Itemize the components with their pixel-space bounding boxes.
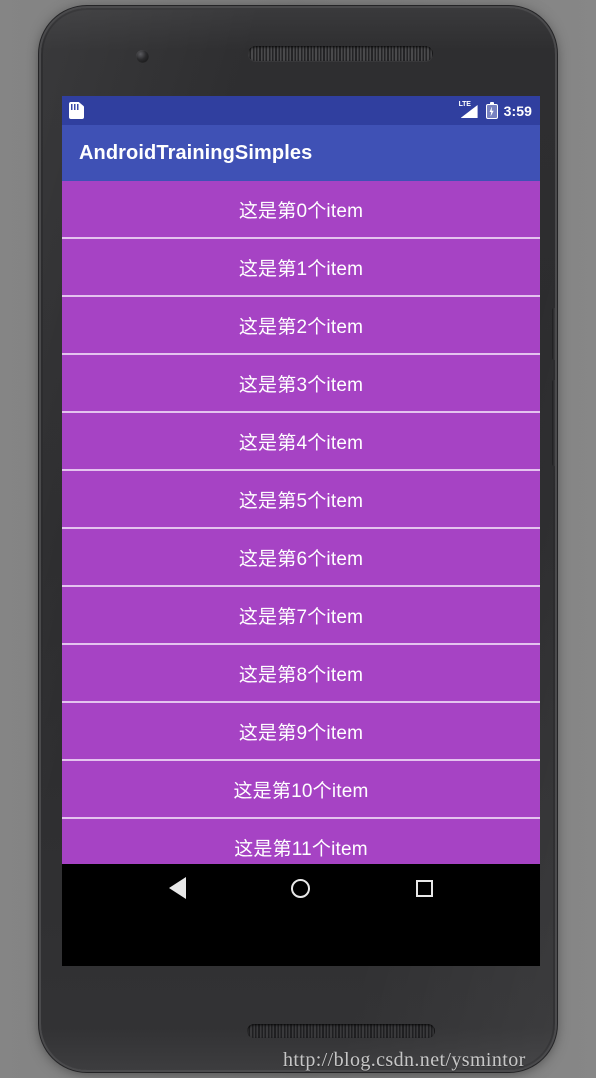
list-item[interactable]: 这是第4个item	[62, 413, 540, 471]
status-bar-left-icons	[69, 102, 84, 119]
list-item-label: 这是第4个item	[238, 432, 364, 454]
phone-screen: LTE 3:59 AndroidTrainingSimples 这是第0个ite…	[62, 96, 540, 966]
sd-card-icon	[69, 102, 84, 119]
list-item[interactable]: 这是第3个item	[62, 355, 540, 413]
circle-icon	[291, 878, 311, 898]
lte-label: LTE	[458, 101, 471, 108]
list-item[interactable]: 这是第0个item	[62, 181, 540, 239]
list-item-label: 这是第2个item	[238, 316, 364, 338]
list-item[interactable]: 这是第10个item	[62, 761, 540, 819]
list-item-label: 这是第3个item	[238, 374, 364, 396]
square-icon	[415, 879, 433, 897]
list-item-label: 这是第9个item	[238, 722, 364, 744]
status-bar: LTE 3:59	[62, 96, 540, 125]
signal-icon: LTE	[458, 101, 480, 119]
list-item[interactable]: 这是第6个item	[62, 529, 540, 587]
recents-button[interactable]	[402, 866, 446, 910]
list-item-label: 这是第10个item	[233, 780, 369, 802]
list-item[interactable]: 这是第5个item	[62, 471, 540, 529]
battery-charging-icon	[485, 102, 498, 119]
list-item[interactable]: 这是第8个item	[62, 645, 540, 703]
status-bar-clock: 3:59	[503, 102, 532, 119]
list-item[interactable]: 这是第7个item	[62, 587, 540, 645]
list-item[interactable]: 这是第2个item	[62, 297, 540, 355]
status-bar-right-icons: LTE 3:59	[458, 101, 532, 119]
app-title: AndroidTrainingSimples	[79, 141, 313, 164]
list-item-label: 这是第5个item	[238, 490, 364, 512]
list-item-label: 这是第0个item	[238, 200, 364, 222]
list-item[interactable]: 这是第1个item	[62, 239, 540, 297]
bottom-speaker-grille	[247, 1024, 435, 1038]
watermark: http://blog.csdn.net/ysmintor	[283, 1049, 526, 1071]
triangle-left-icon	[169, 877, 187, 899]
phone-device: LTE 3:59 AndroidTrainingSimples 这是第0个ite…	[41, 8, 555, 1070]
list-item-label: 这是第11个item	[234, 838, 368, 860]
list-item-label: 这是第7个item	[238, 606, 364, 628]
list-item[interactable]: 这是第11个item	[62, 819, 540, 864]
front-camera-icon	[136, 50, 149, 63]
navigation-bar	[62, 864, 540, 912]
item-list[interactable]: 这是第0个item 这是第1个item 这是第2个item 这是第3个item 这是第4…	[62, 181, 540, 864]
list-item-label: 这是第6个item	[238, 548, 364, 570]
earpiece-speaker	[248, 46, 433, 61]
list-item[interactable]: 这是第9个item	[62, 703, 540, 761]
back-button[interactable]	[156, 866, 200, 910]
volume-button[interactable]	[552, 380, 555, 466]
list-item-label: 这是第1个item	[238, 258, 364, 280]
home-button[interactable]	[279, 866, 323, 910]
power-button[interactable]	[552, 308, 555, 360]
app-bar: AndroidTrainingSimples	[62, 125, 540, 181]
list-item-label: 这是第8个item	[238, 664, 364, 686]
